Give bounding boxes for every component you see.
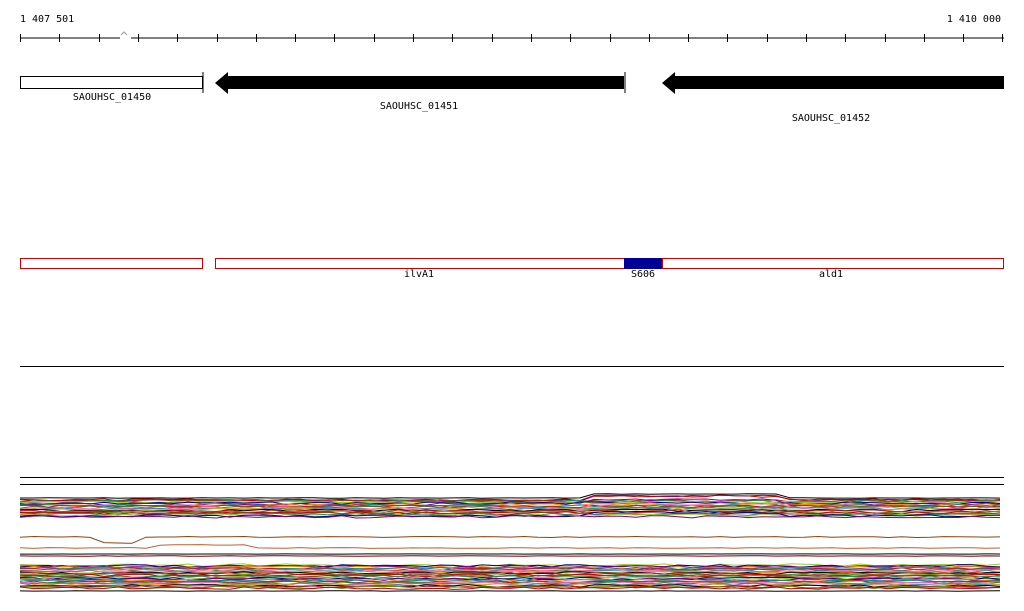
annotation-track	[20, 258, 1004, 269]
ruler-gap-mark	[120, 31, 128, 36]
track-canvas	[19, 31, 1004, 592]
gene-arrow-SAOUHSC_01452[interactable]	[662, 72, 1004, 94]
expression-profile-track	[19, 493, 1001, 592]
annotation-box-ald1[interactable]	[662, 258, 1004, 269]
coordinate-ruler	[20, 31, 1004, 42]
gene-track	[20, 72, 1004, 94]
expression-profile-line	[19, 544, 1001, 549]
gene-box-SAOUHSC_01450[interactable]	[20, 76, 203, 89]
expression-profile-line	[20, 493, 1001, 499]
expression-profile-line	[19, 535, 1001, 544]
annotation-box-s606[interactable]	[624, 258, 663, 269]
gene-arrow-SAOUHSC_01451[interactable]	[215, 72, 624, 94]
genome-browser-view: 1 407 501 1 410 000 SAOUHSC_01450 SAOUHS…	[0, 0, 1024, 611]
annotation-box-ilvA1[interactable]	[215, 258, 625, 269]
annotation-box-left[interactable]	[20, 258, 203, 269]
